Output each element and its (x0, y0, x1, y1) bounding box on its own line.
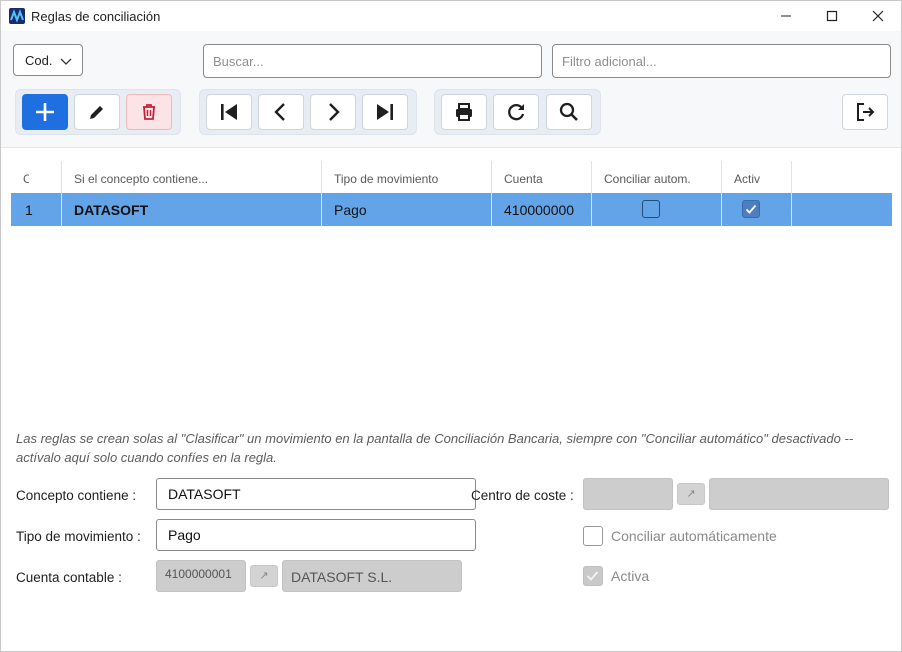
exit-icon (857, 103, 875, 121)
column-header-type[interactable]: Tipo de movimiento (321, 161, 491, 193)
column-divider (491, 161, 492, 227)
cost-center-label: Centro de coste : (471, 488, 574, 503)
column-header-auto-label: Conciliar autom. (604, 172, 690, 186)
last-record-button[interactable] (362, 94, 408, 130)
cost-center-code-field (583, 478, 673, 510)
column-divider (321, 161, 322, 227)
window-title: Reglas de conciliación (31, 9, 161, 24)
search-input[interactable]: Buscar... (203, 44, 542, 78)
edit-button[interactable] (74, 94, 120, 130)
refresh-button[interactable] (493, 94, 539, 130)
account-name-value: DATASOFT S.L. (291, 569, 393, 585)
close-icon (872, 10, 884, 22)
cell-code: 1 (25, 202, 33, 218)
active-checkbox[interactable] (583, 566, 603, 586)
account-code-value: 4100000001 (165, 567, 232, 581)
chevron-right-icon (329, 103, 340, 121)
account-label: Cuenta contable : (16, 570, 122, 585)
account-lookup-button[interactable]: ↗ (250, 565, 278, 587)
app-logo-icon (9, 8, 25, 24)
type-field[interactable]: Pago (156, 519, 476, 551)
code-select-value: Cod. (25, 53, 53, 68)
printer-icon (456, 103, 472, 121)
chevron-down-icon (60, 58, 72, 65)
first-record-button[interactable] (206, 94, 252, 130)
add-button[interactable] (22, 94, 68, 130)
concept-field-value: DATASOFT (168, 486, 241, 502)
column-header-code[interactable]: C (11, 161, 61, 193)
column-header-account[interactable]: Cuenta (491, 161, 591, 193)
column-divider (591, 161, 592, 227)
active-label: Activa (611, 568, 650, 584)
chevron-left-icon (274, 103, 285, 121)
cell-account: 410000000 (504, 202, 575, 218)
table-row[interactable]: 1 DATASOFT Pago 410000000 (11, 193, 892, 226)
cost-center-name-field (709, 478, 889, 510)
expand-arrow-icon: ↗ (259, 570, 269, 582)
cost-center-lookup-button[interactable]: ↗ (677, 483, 705, 505)
filter-input[interactable]: Filtro adicional... (552, 44, 891, 78)
minimize-icon (781, 15, 791, 17)
column-header-active[interactable]: Activ (721, 161, 791, 193)
account-name-field: DATASOFT S.L. (282, 560, 462, 592)
cell-active-checkbox[interactable] (742, 200, 760, 218)
trash-icon (143, 104, 155, 120)
previous-record-button[interactable] (258, 94, 304, 130)
minimize-button[interactable] (763, 1, 809, 31)
checkmark-icon (745, 204, 757, 214)
delete-button[interactable] (126, 94, 172, 130)
info-note: Las reglas se crean solas al "Clasificar… (16, 431, 854, 465)
cell-auto-checkbox[interactable] (642, 200, 660, 218)
search-placeholder: Buscar... (213, 54, 264, 69)
type-field-value: Pago (168, 527, 201, 543)
plus-icon (36, 103, 54, 121)
filter-placeholder: Filtro adicional... (562, 54, 657, 69)
column-divider (721, 161, 722, 227)
print-button[interactable] (441, 94, 487, 130)
maximize-icon (826, 10, 838, 22)
type-label: Tipo de movimiento : (16, 529, 141, 544)
column-header-auto[interactable]: Conciliar autom. (591, 161, 721, 193)
expand-arrow-icon: ↗ (686, 488, 696, 500)
column-header-type-label: Tipo de movimiento (334, 172, 439, 186)
search-icon (559, 102, 578, 121)
column-header-code-label: C (23, 172, 29, 186)
search-button[interactable] (546, 94, 592, 130)
pencil-icon (90, 106, 103, 119)
checkmark-icon (586, 571, 599, 581)
cell-concept: DATASOFT (74, 202, 149, 218)
toolbar-area: Cod. Buscar... Filtro adicional... (1, 31, 901, 148)
column-header-account-label: Cuenta (504, 172, 543, 186)
skip-last-icon (377, 104, 393, 120)
auto-reconcile-checkbox[interactable] (583, 526, 603, 546)
concept-label: Concepto contiene : (16, 488, 137, 503)
column-header-concept[interactable]: Si el concepto contiene... (61, 161, 321, 193)
concept-field[interactable]: DATASOFT (156, 478, 476, 510)
window: Reglas de conciliación Cod. Buscar... Fi… (0, 0, 902, 652)
code-select[interactable]: Cod. (13, 44, 83, 76)
refresh-icon (508, 104, 525, 121)
skip-first-icon (221, 104, 237, 120)
column-divider (61, 161, 62, 227)
close-window-button[interactable] (855, 1, 901, 31)
exit-button[interactable] (842, 94, 888, 130)
maximize-button[interactable] (809, 1, 855, 31)
column-divider (791, 161, 792, 227)
next-record-button[interactable] (310, 94, 356, 130)
column-header-concept-label: Si el concepto contiene... (74, 172, 209, 186)
column-header-active-label: Activ (734, 172, 760, 186)
auto-reconcile-label: Conciliar automáticamente (611, 528, 777, 544)
title-bar: Reglas de conciliación (1, 1, 901, 31)
cell-type: Pago (334, 202, 367, 218)
account-code-field: 4100000001 (156, 560, 246, 592)
